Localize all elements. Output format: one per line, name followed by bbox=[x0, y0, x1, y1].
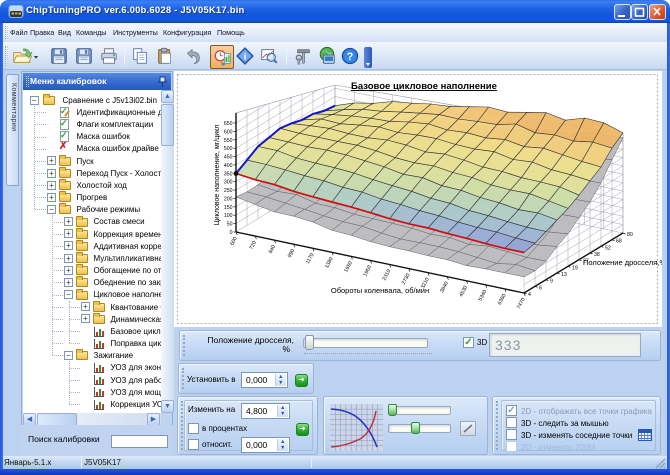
svg-text:80: 80 bbox=[627, 232, 633, 238]
svg-text:150: 150 bbox=[224, 205, 233, 211]
svg-text:Базовое цикловое наполнение: Базовое цикловое наполнение bbox=[351, 81, 497, 92]
svg-text:52: 52 bbox=[605, 245, 611, 251]
svg-text:500: 500 bbox=[224, 146, 233, 152]
svg-text:450: 450 bbox=[224, 155, 233, 161]
svg-text:?: ? bbox=[347, 51, 354, 63]
svg-text:350: 350 bbox=[224, 171, 233, 177]
svg-text:250: 250 bbox=[224, 188, 233, 194]
svg-text:9: 9 bbox=[550, 279, 553, 285]
svg-text:550: 550 bbox=[224, 138, 233, 144]
svg-text:Положение дросселя,%: Положение дросселя,% bbox=[583, 258, 662, 267]
svg-text:200: 200 bbox=[224, 197, 233, 203]
svg-text:600: 600 bbox=[224, 129, 233, 135]
svg-text:6: 6 bbox=[539, 285, 542, 291]
svg-text:100: 100 bbox=[224, 213, 233, 219]
svg-text:50: 50 bbox=[227, 222, 233, 228]
svg-text:4: 4 bbox=[528, 292, 531, 298]
svg-text:68: 68 bbox=[616, 239, 622, 245]
svg-text:13: 13 bbox=[561, 272, 567, 278]
svg-text:0: 0 bbox=[230, 230, 233, 236]
svg-text:300: 300 bbox=[224, 180, 233, 186]
svg-text:400: 400 bbox=[224, 163, 233, 169]
svg-text:19: 19 bbox=[572, 265, 578, 271]
svg-text:Обороты коленвала, об/мин: Обороты коленвала, об/мин bbox=[331, 286, 429, 295]
svg-text:650: 650 bbox=[224, 121, 233, 127]
svg-text:Цикловое наполнение, мг/цикл: Цикловое наполнение, мг/цикл bbox=[214, 125, 221, 226]
